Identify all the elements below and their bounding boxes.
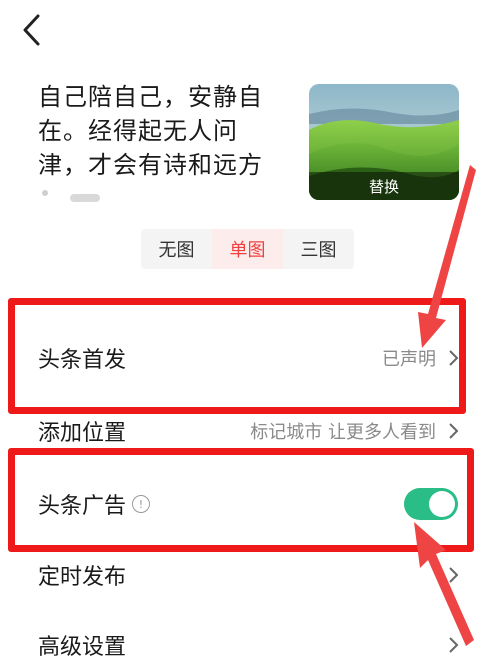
arrow-to-ads-toggle	[414, 522, 474, 646]
arrow-to-first-publish	[418, 165, 476, 348]
annotation-arrows	[414, 165, 476, 646]
